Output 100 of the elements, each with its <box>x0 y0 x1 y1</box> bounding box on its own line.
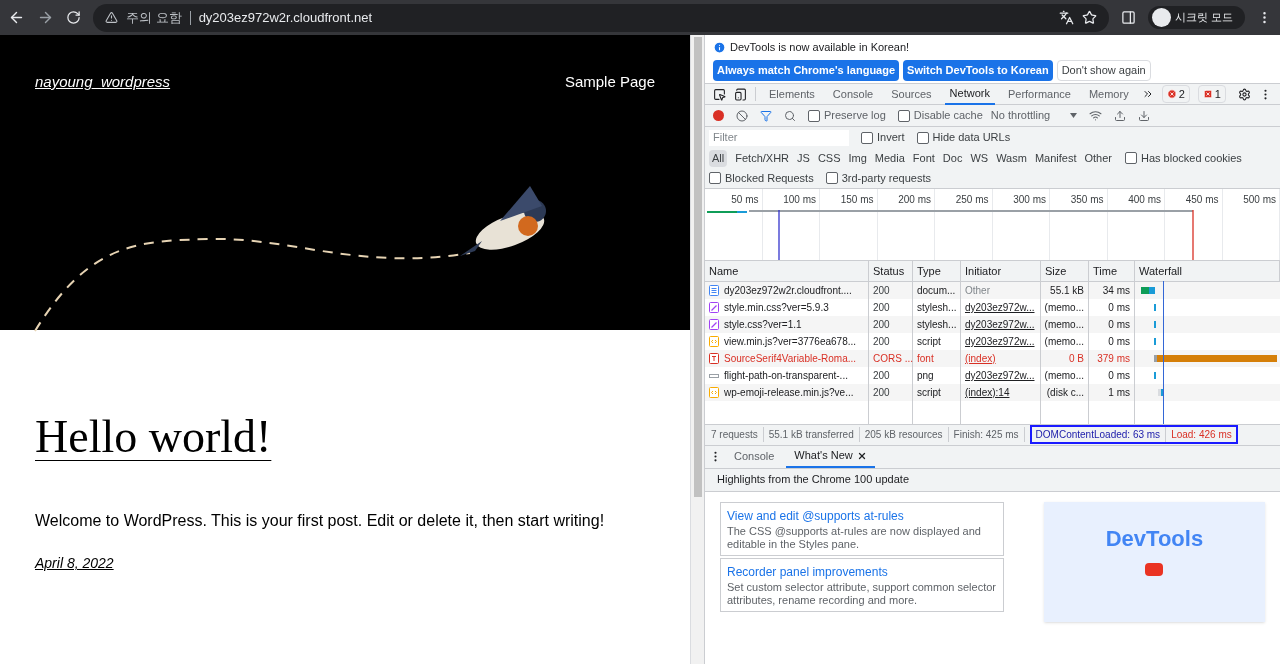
import-icon[interactable] <box>1114 109 1127 122</box>
waterfall-bar <box>1158 389 1163 396</box>
summary-item: 55.1 kB transferred <box>768 427 860 442</box>
column-header[interactable]: Time <box>1089 261 1135 281</box>
device-toggle-icon[interactable] <box>734 87 747 101</box>
time-tick-label: 150 ms <box>840 193 874 204</box>
initiator-link[interactable]: dy203ez972w... <box>965 368 1035 383</box>
post-date-link[interactable]: April 8, 2022 <box>35 553 114 574</box>
request-name[interactable]: view.min.js?ver=3776ea678... <box>724 334 857 349</box>
filter-icon[interactable] <box>760 109 772 122</box>
checkbox[interactable] <box>916 131 929 144</box>
bookmark-star-icon[interactable] <box>1081 10 1097 25</box>
page-scrollbar[interactable] <box>690 35 704 664</box>
checkbox[interactable] <box>808 109 820 122</box>
time-tick-label: 450 ms <box>1185 193 1219 204</box>
feature-card[interactable]: Recorder panel improvements Set custom selector attribute, support common selector attributes, rename recording and more. <box>720 557 1004 612</box>
feature-description: Set custom selector attribute, support common selector attributes, rename recording and more. <box>727 580 997 607</box>
profile-chip[interactable]: 시크릿 모드 <box>1147 6 1245 29</box>
initiator-link[interactable]: (index) <box>965 351 996 366</box>
record-icon[interactable] <box>713 110 724 121</box>
feature-card[interactable]: View and edit @supports at-rules The CSS @supports at-rules are now displayed and editable in the Styles pane. <box>720 501 1004 556</box>
site-title-link[interactable]: nayoung_wordpress <box>35 71 171 94</box>
address-bar[interactable]: 주의 요함 dy203ez972w2r.cloudfront.net <box>93 3 1109 32</box>
column-header[interactable]: Initiator <box>961 261 1041 281</box>
time-tick-label: 50 ms <box>731 193 759 204</box>
column-header[interactable]: Waterfall <box>1135 261 1280 281</box>
checkbox[interactable] <box>825 172 838 184</box>
initiator-link[interactable]: dy203ez972w... <box>965 334 1035 349</box>
post-title: Hello world! <box>35 410 272 464</box>
panel-tab[interactable]: Sources <box>886 83 937 105</box>
checkbox[interactable] <box>709 172 721 184</box>
initiator-link[interactable]: (index):14 <box>965 385 1010 400</box>
size-cell-text: (memo... <box>1044 335 1084 349</box>
type-filter[interactable]: All <box>709 149 728 167</box>
request-name[interactable]: style.min.css?ver=5.9.3 <box>724 300 829 315</box>
time-cell-text: 0 ms <box>1108 318 1130 332</box>
panel-tab[interactable]: Console <box>827 83 879 105</box>
type-filter[interactable]: Other <box>1081 149 1115 167</box>
settings-icon[interactable] <box>1237 87 1251 101</box>
issue-icon <box>1202 89 1213 99</box>
initiator-cell-text: Other <box>965 284 990 298</box>
type-filter[interactable]: Media <box>871 149 908 167</box>
error-badge[interactable]: 2 <box>1161 84 1190 104</box>
column-header[interactable]: Size <box>1041 261 1089 281</box>
type-filter[interactable]: WS <box>967 149 992 167</box>
time-tick-label: 100 ms <box>783 193 816 204</box>
file-icon <box>709 387 719 398</box>
infobar-button[interactable]: Always match Chrome's language <box>713 59 900 81</box>
initiator-link[interactable]: dy203ez972w... <box>965 317 1035 332</box>
panel-tab[interactable]: Performance <box>1002 83 1076 105</box>
panel-tab[interactable]: Memory <box>1083 83 1134 105</box>
request-name[interactable]: style.css?ver=1.1 <box>724 317 802 332</box>
panel-tab[interactable]: Elements <box>764 83 820 105</box>
status-cell-text: 200 <box>873 318 890 332</box>
type-filter[interactable]: Img <box>845 149 870 167</box>
type-filter[interactable]: Doc <box>939 149 966 167</box>
export-icon[interactable] <box>1138 109 1151 122</box>
infobar-button[interactable]: Switch DevTools to Korean <box>903 59 1053 81</box>
request-name[interactable]: SourceSerif4Variable-Roma... <box>724 351 857 366</box>
more-tabs-icon[interactable] <box>1141 88 1154 100</box>
type-filter[interactable]: JS <box>794 149 813 167</box>
side-panel-icon[interactable] <box>1120 10 1136 25</box>
type-filter[interactable]: Manifest <box>1031 149 1080 167</box>
checkbox[interactable] <box>897 109 910 122</box>
url-text: dy203ez972w2r.cloudfront.net <box>198 8 373 27</box>
drawer-tab[interactable]: What's New <box>786 445 875 468</box>
request-name[interactable]: dy203ez972w2r.cloudfront.... <box>724 283 852 298</box>
request-name[interactable]: wp-emoji-release.min.js?ve... <box>724 385 854 400</box>
whats-new-heading: Highlights from the Chrome 100 update <box>705 468 1280 492</box>
forward-icon[interactable] <box>37 9 54 26</box>
time-cell-text: 0 ms <box>1108 301 1130 315</box>
clear-icon[interactable] <box>736 109 748 122</box>
checkbox[interactable] <box>861 131 873 144</box>
close-icon[interactable] <box>856 450 867 461</box>
type-filter[interactable]: Wasm <box>993 149 1030 167</box>
issue-badge[interactable]: 1 <box>1197 84 1226 104</box>
type-filter[interactable]: Fetch/XHR <box>732 149 793 167</box>
infobar-button[interactable]: Don't show again <box>1056 59 1151 81</box>
translate-icon[interactable] <box>1058 10 1074 25</box>
column-header[interactable]: Status <box>869 261 913 281</box>
initiator-link[interactable]: dy203ez972w... <box>965 300 1035 315</box>
drawer-tab[interactable]: Console <box>726 445 783 468</box>
network-conditions-icon[interactable] <box>1089 109 1103 122</box>
status-cell-text: 200 <box>873 369 890 383</box>
column-header[interactable]: Name <box>705 261 869 281</box>
inspect-icon[interactable] <box>713 87 726 101</box>
type-filter[interactable]: CSS <box>814 149 844 167</box>
checkbox[interactable] <box>1125 152 1137 164</box>
file-icon <box>709 336 719 347</box>
filter-field[interactable]: Filter <box>709 129 849 146</box>
feature-title: Recorder panel improvements <box>727 563 889 581</box>
request-name[interactable]: flight-path-on-transparent-... <box>724 368 848 383</box>
search-icon[interactable] <box>784 109 796 122</box>
back-icon[interactable] <box>8 9 25 26</box>
column-header[interactable]: Type <box>913 261 961 281</box>
reload-icon[interactable] <box>66 10 81 25</box>
feature-description: The CSS @supports at-rules are now displayed and editable in the Styles pane. <box>727 524 982 551</box>
type-filter[interactable]: Font <box>909 149 938 167</box>
throttling-dropdown[interactable]: No throttling <box>990 107 1078 124</box>
nav-link[interactable]: Sample Page <box>564 71 655 94</box>
